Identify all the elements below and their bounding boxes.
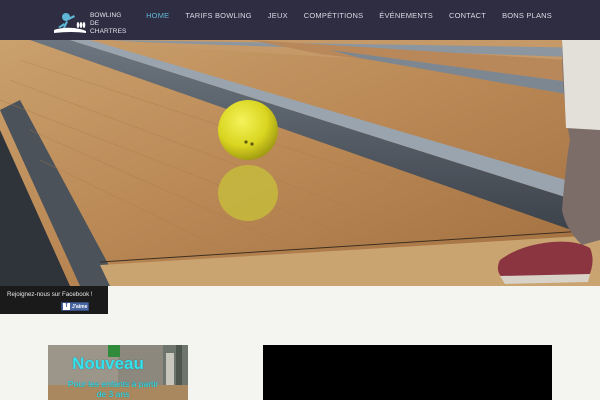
promo-subtitle-line-2: de 3 ans <box>96 389 130 399</box>
main-nav: HOME TARIFS BOWLING JEUX COMPÉTITIONS ÉV… <box>138 0 560 30</box>
promo-kids-banner[interactable]: Nouveau Pour les enfants à partir de 3 a… <box>48 345 188 400</box>
promo-subtitle-line-1: Pour les enfants à partir <box>67 379 159 389</box>
facebook-like-button[interactable]: f J'aime <box>61 302 89 311</box>
nav-item-jeux[interactable]: JEUX <box>260 11 296 20</box>
facebook-icon: f <box>63 303 70 310</box>
site-header: BOWLING DE CHARTRES HOME TARIFS BOWLING … <box>0 0 600 40</box>
video-player[interactable] <box>263 345 552 400</box>
nav-item-contact[interactable]: CONTACT <box>441 11 494 20</box>
hero-image <box>0 40 600 286</box>
facebook-widget: Rejoignez-nous sur Facebook ! f J'aime <box>0 286 108 314</box>
nav-item-competitions[interactable]: COMPÉTITIONS <box>296 11 372 20</box>
brand-name: BOWLING DE CHARTRES <box>90 12 132 36</box>
bowling-logo-icon <box>54 13 86 33</box>
facebook-invite-text: Rejoignez-nous sur Facebook ! <box>7 291 93 298</box>
brand-line-1: BOWLING <box>90 12 122 19</box>
nav-item-bons-plans[interactable]: BONS PLANS <box>494 11 560 20</box>
bowling-lane-illustration <box>0 40 600 286</box>
promo-subtitle: Pour les enfants à partir de 3 ans <box>48 379 178 399</box>
promo-title: Nouveau <box>72 354 144 373</box>
brand-line-2: DE CHARTRES <box>90 20 127 35</box>
facebook-like-label: J'aime <box>72 303 88 310</box>
nav-item-evenements[interactable]: ÉVÉNEMENTS <box>371 11 441 20</box>
nav-item-tarifs-bowling[interactable]: TARIFS BOWLING <box>177 11 259 20</box>
nav-item-home[interactable]: HOME <box>138 11 177 20</box>
site-logo[interactable]: BOWLING DE CHARTRES <box>52 8 132 36</box>
